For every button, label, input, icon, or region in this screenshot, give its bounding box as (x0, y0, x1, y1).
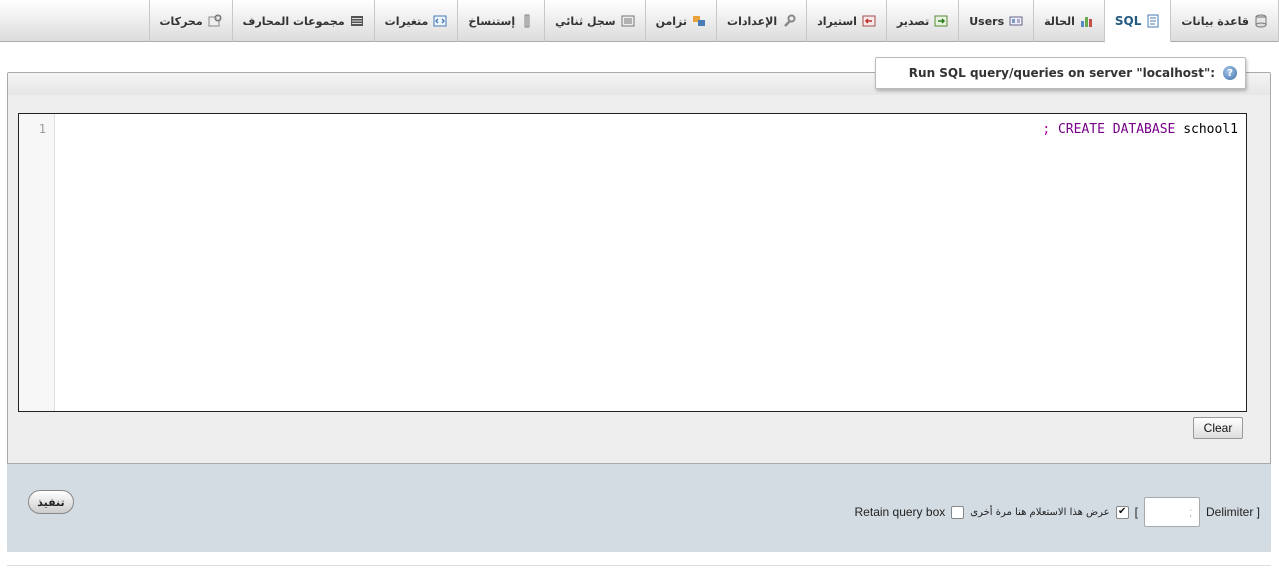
query-legend-text: :"Run SQL query/queries on server "local… (908, 66, 1215, 80)
line-number-gutter: 1 (19, 114, 55, 411)
tab-variables-label: متغيرات (384, 14, 429, 28)
tab-users-label: Users (969, 14, 1005, 28)
binlog-icon (621, 14, 635, 28)
tab-sql-label: SQL (1114, 14, 1142, 28)
tab-status-label: الحالة (1044, 14, 1075, 28)
sql-editor[interactable]: 1 ; CREATE DATABASE school1 (18, 113, 1247, 412)
tab-import-label: استيراد (817, 14, 857, 28)
tab-status[interactable]: الحالة (1033, 0, 1104, 42)
tab-import[interactable]: استيراد (806, 0, 886, 42)
tab-export[interactable]: تصدير (885, 0, 958, 42)
bracket-close: ] (1134, 505, 1138, 519)
code-keyword: CREATE DATABASE (1057, 122, 1176, 137)
go-button[interactable]: تنفيذ (28, 490, 74, 514)
tab-sync-label: تزامن (655, 14, 688, 28)
query-legend: ? :"Run SQL query/queries on server "loc… (875, 57, 1246, 89)
replication-icon (520, 14, 534, 28)
code-semicolon: ; (1042, 122, 1051, 137)
show-query-checkbox[interactable]: ✔ (1115, 505, 1129, 519)
charsets-icon (350, 14, 364, 28)
tab-database[interactable]: قاعدة بيانات (1170, 0, 1279, 42)
sync-icon (692, 14, 706, 28)
tab-sql[interactable]: SQL (1103, 0, 1171, 43)
tab-settings[interactable]: الإعدادات (716, 0, 806, 42)
page-bottom-divider (7, 565, 1271, 566)
tab-export-label: تصدير (896, 14, 930, 28)
help-icon[interactable]: ? (1223, 66, 1237, 80)
status-chart-icon (1080, 14, 1094, 28)
tab-database-label: قاعدة بيانات (1181, 14, 1249, 28)
tab-charsets[interactable]: مجموعات المحارف (231, 0, 374, 42)
clear-button[interactable]: Clear (1193, 417, 1243, 439)
tab-replication[interactable]: إستنساخ (457, 0, 544, 42)
tab-binary-log-label: سجل ثنائي (555, 14, 616, 28)
show-query-label: عرض هذا الاستعلام هنا مرة أخرى (970, 506, 1110, 518)
tab-engines[interactable]: محركات (148, 0, 232, 42)
users-icon (1009, 14, 1023, 28)
top-tab-bar: قاعدة بيانات SQL الحالة Users تصدير استي… (0, 0, 1279, 43)
import-icon (862, 14, 876, 28)
delimiter-input[interactable] (1143, 497, 1200, 527)
tab-sync[interactable]: تزامن (644, 0, 716, 42)
export-icon (934, 14, 948, 28)
code-identifier: school1 (1183, 122, 1238, 137)
database-icon (1254, 14, 1268, 28)
tab-engines-label: محركات (159, 14, 203, 28)
delimiter-label: [ Delimiter (1205, 505, 1260, 519)
tab-replication-label: إستنساخ (468, 14, 516, 28)
retain-query-checkbox[interactable] (951, 505, 965, 519)
tab-binary-log[interactable]: سجل ثنائي (544, 0, 644, 42)
wrench-icon (782, 14, 796, 28)
sql-document-icon (1146, 14, 1160, 28)
tab-charsets-label: مجموعات المحارف (242, 14, 345, 28)
tab-users[interactable]: Users (958, 0, 1033, 42)
code-line[interactable]: ; CREATE DATABASE school1 (1042, 122, 1238, 137)
engines-icon (208, 14, 222, 28)
tab-variables[interactable]: متغيرات (373, 0, 458, 42)
tab-settings-label: الإعدادات (727, 14, 778, 28)
footer-options: [ Delimiter ] ✔ عرض هذا الاستعلام هنا مر… (855, 497, 1260, 527)
retain-query-label: Retain query box (854, 505, 946, 519)
variables-icon (433, 14, 447, 28)
line-number: 1 (38, 122, 46, 136)
